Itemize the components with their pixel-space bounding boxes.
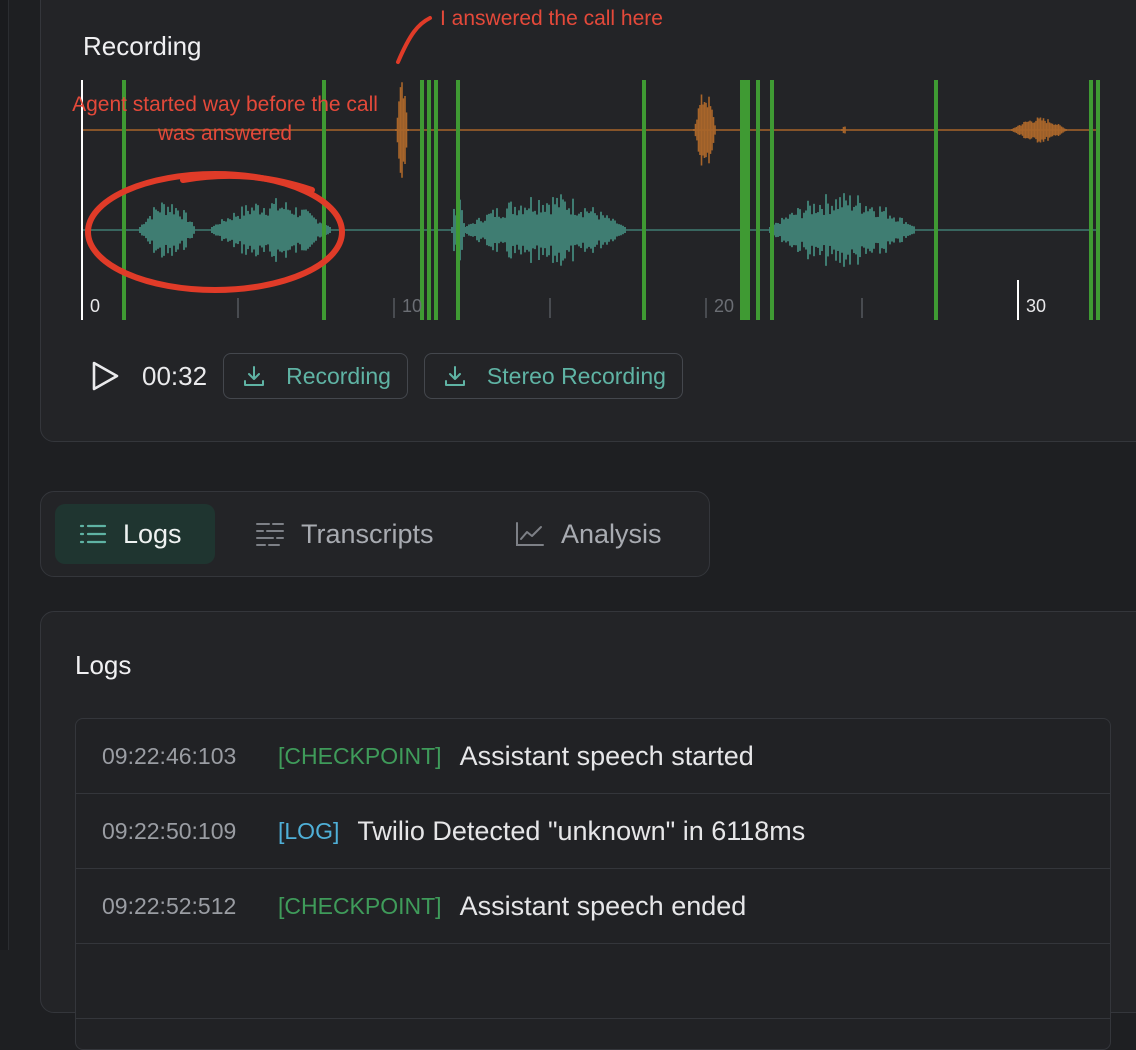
download-stereo-recording-button[interactable]: Stereo Recording bbox=[423, 353, 683, 399]
transcript-icon bbox=[255, 521, 285, 547]
download-recording-label: Recording bbox=[286, 362, 391, 389]
log-message: Assistant speech started bbox=[459, 740, 754, 771]
annotation-agent-started: Agent started way before the call was an… bbox=[72, 93, 378, 145]
tab-analysis[interactable]: Analysis bbox=[515, 504, 662, 564]
download-icon bbox=[443, 364, 467, 388]
annotation-overlay bbox=[85, 16, 432, 293]
log-row[interactable] bbox=[76, 944, 1110, 1019]
tab-logs-label: Logs bbox=[123, 518, 182, 549]
view-tabs: Logs Transcripts Analysis bbox=[40, 491, 710, 577]
log-timestamp: 09:22:52:512 bbox=[102, 892, 237, 919]
log-timestamp: 09:22:46:103 bbox=[102, 742, 237, 769]
tab-logs[interactable]: Logs bbox=[55, 504, 215, 564]
log-tag: [CHECKPOINT] bbox=[278, 892, 442, 919]
tab-analysis-label: Analysis bbox=[561, 518, 662, 549]
log-row[interactable]: 09:22:50:109 [LOG] Twilio Detected "unkn… bbox=[76, 794, 1110, 869]
annotation-answered: I answered the call here bbox=[440, 7, 663, 30]
log-tag: [CHECKPOINT] bbox=[278, 742, 442, 769]
log-timestamp: 09:22:50:109 bbox=[102, 817, 237, 844]
playback-controls: 00:32 Recording Stereo Recording bbox=[88, 352, 699, 400]
list-icon bbox=[79, 522, 107, 546]
annotation-arrow-stroke bbox=[396, 16, 432, 64]
tab-transcripts[interactable]: Transcripts bbox=[255, 504, 434, 564]
logs-panel: Logs 09:22:46:103 [CHECKPOINT] Assistant… bbox=[40, 611, 1136, 1050]
log-message: Assistant speech ended bbox=[459, 890, 747, 921]
download-stereo-recording-label: Stereo Recording bbox=[486, 362, 666, 389]
logs-list: 09:22:46:103 [CHECKPOINT] Assistant spee… bbox=[75, 718, 1111, 1050]
play-button[interactable] bbox=[88, 359, 122, 393]
playback-time: 00:32 bbox=[142, 360, 208, 391]
play-icon bbox=[92, 361, 119, 391]
log-tag: [LOG] bbox=[278, 817, 340, 844]
log-message: Twilio Detected "unknown" in 6118ms bbox=[357, 815, 806, 846]
annotation-circle bbox=[85, 171, 345, 293]
download-recording-button[interactable]: Recording bbox=[223, 353, 408, 399]
tab-transcripts-label: Transcripts bbox=[301, 518, 434, 549]
log-row[interactable]: 09:22:52:512 [CHECKPOINT] Assistant spee… bbox=[76, 869, 1110, 944]
logs-title: Logs bbox=[75, 650, 132, 680]
download-icon bbox=[242, 364, 266, 388]
log-row[interactable]: 09:22:46:103 [CHECKPOINT] Assistant spee… bbox=[76, 719, 1110, 794]
chart-icon bbox=[515, 521, 545, 547]
